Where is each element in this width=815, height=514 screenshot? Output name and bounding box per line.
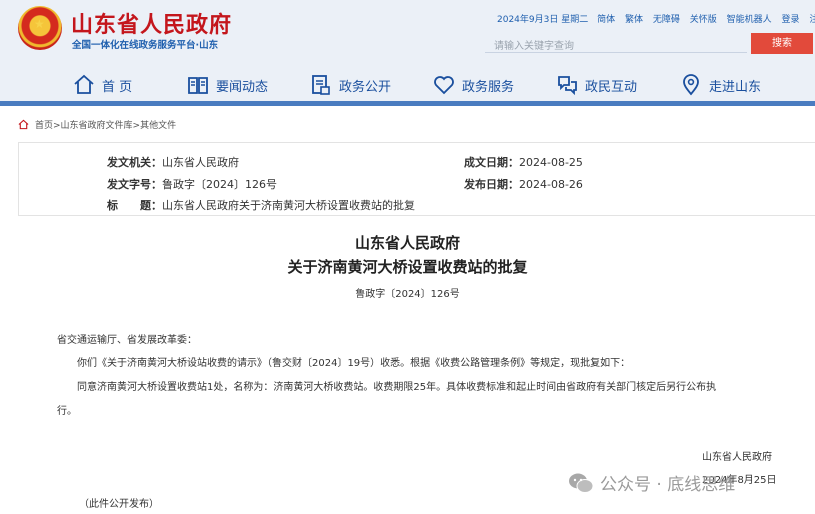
meta-subject-label: 标 题：: [107, 199, 162, 212]
main-nav: 首 页 要闻动态 政务公开 政务服务 政民互动 走进山东: [0, 68, 815, 100]
nav-shandong-label: 走进山东: [709, 79, 762, 95]
heart-service-icon: [434, 76, 454, 95]
nav-news[interactable]: 要闻动态: [186, 72, 268, 98]
link-simplified[interactable]: 简体: [597, 15, 615, 25]
meta-issuer-value: 山东省人民政府: [162, 156, 239, 169]
nav-shandong[interactable]: 走进山东: [679, 72, 761, 98]
site-header: ★ 山东省人民政府 全国一体化在线政务服务平台·山东 2024年9月3日 星期二…: [0, 0, 815, 106]
national-emblem-icon: ★: [18, 6, 62, 50]
link-traditional[interactable]: 繁体: [625, 15, 643, 25]
nav-gov-open[interactable]: 政务公开: [309, 72, 391, 98]
breadcrumb-text[interactable]: 首页>山东省政府文件库>其他文件: [35, 118, 176, 131]
search-input[interactable]: 请输入关键字查询: [485, 33, 747, 53]
meta-doc-no-value: 鲁政字〔2024〕126号: [162, 178, 277, 191]
link-care-mode[interactable]: 关怀版: [690, 15, 717, 25]
meta-doc-no-label: 发文字号：: [107, 178, 162, 191]
nav-gov-open-label: 政务公开: [339, 79, 392, 95]
search-button[interactable]: 搜索: [751, 33, 813, 54]
document-stamp-icon: [312, 75, 330, 95]
meta-published-value: 2024-08-26: [519, 178, 583, 191]
doc-publish-note: （此件公开发布）: [79, 499, 159, 510]
meta-doc-no: 发文字号：鲁政字〔2024〕126号: [107, 176, 277, 192]
breadcrumb: 首页>山东省政府文件库>其他文件: [18, 118, 176, 131]
nav-services-label: 政务服务: [462, 79, 515, 95]
nav-services[interactable]: 政务服务: [432, 72, 514, 98]
doc-paragraph-1: 你们《关于济南黄河大桥设站收费的请示》（鲁交财〔2024〕19号）收悉。根据《收…: [77, 358, 631, 369]
meta-issuer-label: 发文机关：: [107, 156, 162, 169]
site-subtitle: 全国一体化在线政务服务平台·山东: [72, 40, 219, 51]
current-date: 2024年9月3日 星期二: [497, 15, 589, 25]
interaction-icon: [558, 76, 577, 96]
nav-interaction-label: 政民互动: [585, 79, 638, 95]
doc-addressee: 省交通运输厅、省发展改革委：: [57, 335, 197, 346]
nav-news-label: 要闻动态: [216, 79, 269, 95]
meta-written-date: 成文日期：2024-08-25: [464, 154, 583, 170]
doc-title-line1: 山东省人民政府: [354, 234, 460, 252]
news-book-icon: [188, 77, 208, 94]
nav-home-label: 首 页: [102, 79, 133, 95]
link-login[interactable]: 登录: [782, 15, 800, 25]
nav-divider: [0, 101, 815, 106]
top-links: 2024年9月3日 星期二 简体 繁体 无障碍 关怀版 智能机器人 登录 注: [497, 12, 815, 25]
meta-written-label: 成文日期：: [464, 156, 519, 169]
wechat-icon: [569, 473, 594, 493]
link-accessibility[interactable]: 无障碍: [653, 15, 680, 25]
home-small-icon: [18, 119, 29, 130]
meta-subject: 标 题：山东省人民政府关于济南黄河大桥设置收费站的批复: [107, 197, 415, 213]
doc-signature: 山东省人民政府: [702, 452, 772, 463]
doc-paragraph-2-cont: 行。: [57, 406, 77, 417]
home-icon: [74, 74, 94, 94]
doc-paragraph-2: 同意济南黄河大桥设置收费站1处，名称为：济南黄河大桥收费站。收费期限25年。具体…: [77, 382, 717, 393]
meta-published-date: 发布日期：2024-08-26: [464, 176, 583, 192]
link-register[interactable]: 注: [809, 15, 815, 25]
doc-title-line2: 关于济南黄河大桥设置收费站的批复: [287, 258, 528, 276]
meta-written-value: 2024-08-25: [519, 156, 583, 169]
watermark-text: 公众号 · 底线思维: [600, 475, 736, 495]
location-icon: [683, 74, 699, 96]
nav-home[interactable]: 首 页: [72, 72, 132, 98]
link-robot[interactable]: 智能机器人: [727, 15, 772, 25]
meta-published-label: 发布日期：: [464, 178, 519, 191]
watermark: 公众号 · 底线思维: [568, 470, 735, 495]
site-title[interactable]: 山东省人民政府: [71, 7, 232, 39]
doc-number: 鲁政字〔2024〕126号: [355, 289, 460, 300]
meta-subject-value: 山东省人民政府关于济南黄河大桥设置收费站的批复: [162, 199, 415, 212]
nav-interaction[interactable]: 政民互动: [555, 72, 637, 98]
meta-issuer: 发文机关：山东省人民政府: [107, 154, 239, 170]
document-meta-box: 发文机关：山东省人民政府 发文字号：鲁政字〔2024〕126号 标 题：山东省人…: [18, 142, 815, 216]
